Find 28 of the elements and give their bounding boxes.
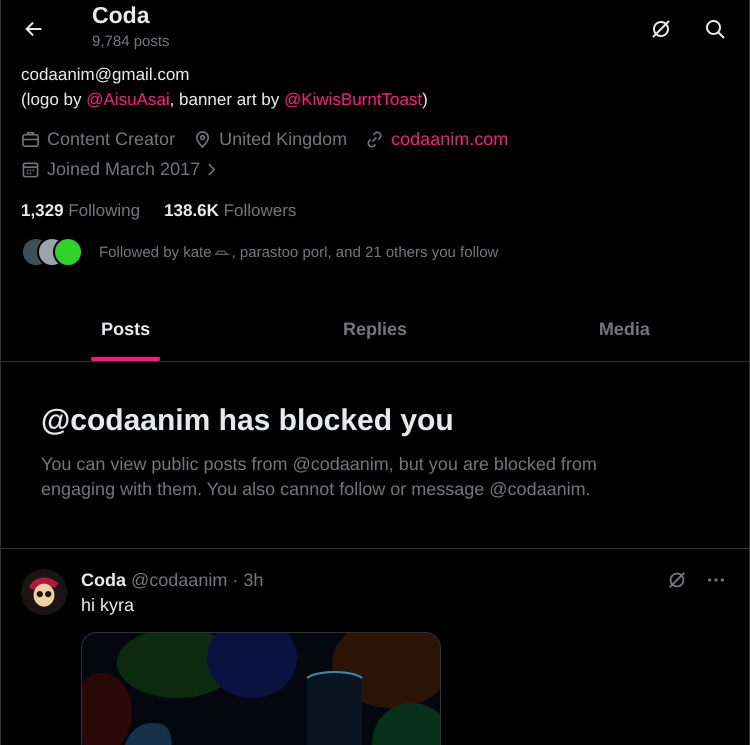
post-count: 9,784 posts [92, 33, 170, 50]
bio-text: (logo by @AisuAsai, banner art by @KiwisBurntToast) [21, 89, 429, 111]
profile-detail: Content Creator [47, 128, 176, 150]
followed-by-text: Followed by kate [99, 244, 212, 260]
calendar-icon [21, 160, 40, 178]
blocked-title: @codaanim has blocked you [41, 404, 455, 438]
chevron-right-icon[interactable] [207, 162, 216, 176]
tab[interactable]: Posts [1, 297, 250, 361]
followed-by-text: , parastoo porl, and 21 others you follow [232, 244, 498, 260]
post-handle[interactable]: @codaanim [131, 570, 228, 590]
tab[interactable]: Media [500, 297, 749, 361]
link-icon [365, 130, 384, 148]
follow-count-link[interactable]: 138.6K Followers [164, 201, 296, 221]
briefcase-icon [21, 130, 40, 148]
avatar[interactable] [21, 569, 67, 615]
tab[interactable]: Replies [250, 297, 500, 361]
follow-count-link[interactable]: 1,329 Following [21, 201, 140, 221]
blocked-message: You can view public posts from @codaanim, but you are blocked from engaging with them. You also cannot follow or message @codaanim. [41, 453, 598, 501]
post-author[interactable]: Coda [81, 570, 126, 590]
website-link[interactable]: codaanim.com [391, 128, 508, 150]
profile-detail: United Kingdom [219, 128, 348, 150]
bio-text: codaanim@gmail.com [21, 64, 190, 86]
post-time: · 3h [232, 570, 264, 590]
post-text: hi kyra [81, 595, 136, 616]
profile-detail: Joined March 2017 [47, 158, 200, 180]
profile-name: Coda [92, 2, 151, 29]
avatar-stack-drawing[interactable] [21, 237, 83, 267]
search-icon[interactable] [703, 17, 727, 41]
